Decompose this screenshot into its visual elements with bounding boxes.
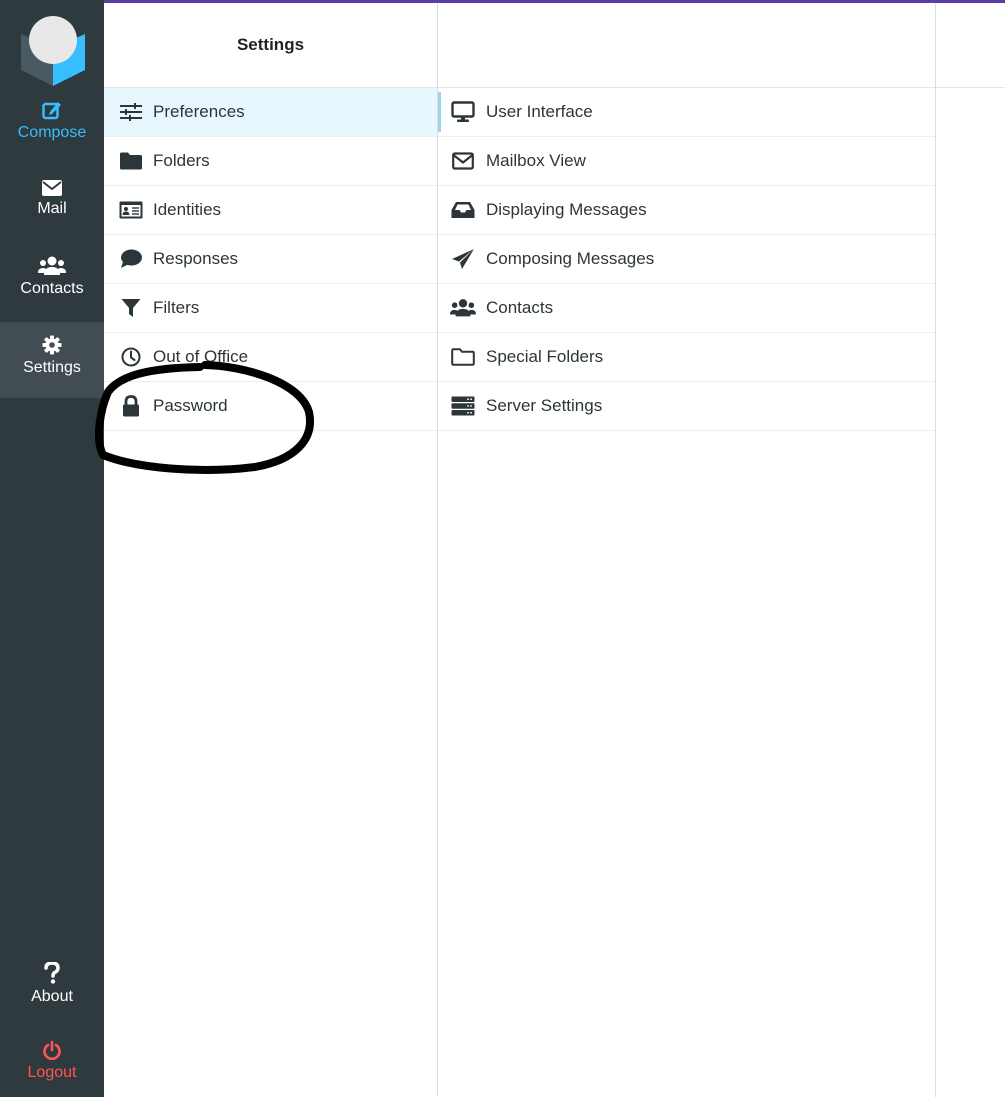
settings-list-panel: Settings Preferences Folders Identities … — [104, 3, 438, 1097]
settings-item-filters[interactable]: Filters — [104, 284, 437, 333]
folder-icon — [118, 150, 144, 172]
settings-item-label: Identities — [153, 200, 222, 219]
users-icon — [38, 256, 66, 275]
nav-settings-label: Settings — [23, 359, 81, 376]
settings-item-label: Filters — [153, 298, 200, 317]
users-icon — [450, 297, 476, 319]
settings-item-label: Password — [153, 396, 228, 415]
section-composing-messages[interactable]: Composing Messages — [438, 235, 935, 284]
monitor-icon — [450, 101, 476, 123]
section-label: Server Settings — [486, 396, 603, 415]
preferences-sections-panel: User Interface Mailbox View Displaying M… — [438, 3, 936, 1097]
inbox-icon — [450, 199, 476, 221]
server-icon — [450, 395, 476, 417]
settings-item-label: Preferences — [153, 102, 245, 121]
main-navigation: Compose Mail Contacts Settings About Log… — [0, 0, 104, 1097]
section-label: Composing Messages — [486, 249, 655, 268]
nav-about[interactable]: About — [0, 962, 104, 1018]
section-label: Displaying Messages — [486, 200, 647, 219]
compose-icon — [42, 102, 61, 120]
settings-item-password[interactable]: Password — [104, 382, 437, 431]
section-user-interface[interactable]: User Interface — [438, 88, 935, 137]
content-header — [936, 3, 1005, 88]
nav-mail-label: Mail — [37, 200, 67, 217]
section-mailbox-view[interactable]: Mailbox View — [438, 137, 935, 186]
nav-contacts[interactable]: Contacts — [0, 256, 104, 312]
envelope-icon — [42, 180, 62, 196]
sections-header — [438, 3, 935, 88]
filter-icon — [118, 297, 144, 319]
envelope-outline-icon — [450, 150, 476, 172]
settings-item-responses[interactable]: Responses — [104, 235, 437, 284]
section-displaying-messages[interactable]: Displaying Messages — [438, 186, 935, 235]
nav-settings[interactable]: Settings — [0, 322, 104, 398]
id-card-icon — [118, 199, 144, 221]
comment-icon — [118, 248, 144, 270]
app-logo — [21, 16, 85, 86]
nav-compose[interactable]: Compose — [0, 100, 104, 156]
clock-icon — [118, 346, 144, 368]
sliders-icon — [118, 101, 144, 123]
settings-item-label: Responses — [153, 249, 239, 268]
lock-icon — [118, 395, 144, 417]
paper-plane-icon — [450, 248, 476, 270]
nav-about-label: About — [31, 988, 73, 1005]
folder-outline-icon — [450, 346, 476, 368]
settings-item-label: Folders — [153, 151, 210, 170]
settings-item-identities[interactable]: Identities — [104, 186, 437, 235]
settings-item-out-of-office[interactable]: Out of Office — [104, 333, 437, 382]
power-icon — [43, 1040, 61, 1060]
section-contacts[interactable]: Contacts — [438, 284, 935, 333]
section-label: Special Folders — [486, 347, 604, 366]
nav-mail[interactable]: Mail — [0, 180, 104, 236]
nav-contacts-label: Contacts — [20, 280, 84, 297]
nav-compose-label: Compose — [17, 124, 87, 141]
section-label: User Interface — [486, 102, 593, 121]
question-icon — [44, 962, 60, 984]
settings-item-preferences[interactable]: Preferences — [104, 88, 437, 137]
settings-title: Settings — [104, 3, 437, 88]
nav-logout-label: Logout — [27, 1064, 77, 1081]
section-server-settings[interactable]: Server Settings — [438, 382, 935, 431]
section-special-folders[interactable]: Special Folders — [438, 333, 935, 382]
settings-item-folders[interactable]: Folders — [104, 137, 437, 186]
settings-item-label: Out of Office — [153, 347, 249, 366]
nav-logout[interactable]: Logout — [0, 1040, 104, 1096]
section-label: Contacts — [486, 298, 554, 317]
gear-icon — [42, 335, 62, 355]
section-label: Mailbox View — [486, 151, 586, 170]
